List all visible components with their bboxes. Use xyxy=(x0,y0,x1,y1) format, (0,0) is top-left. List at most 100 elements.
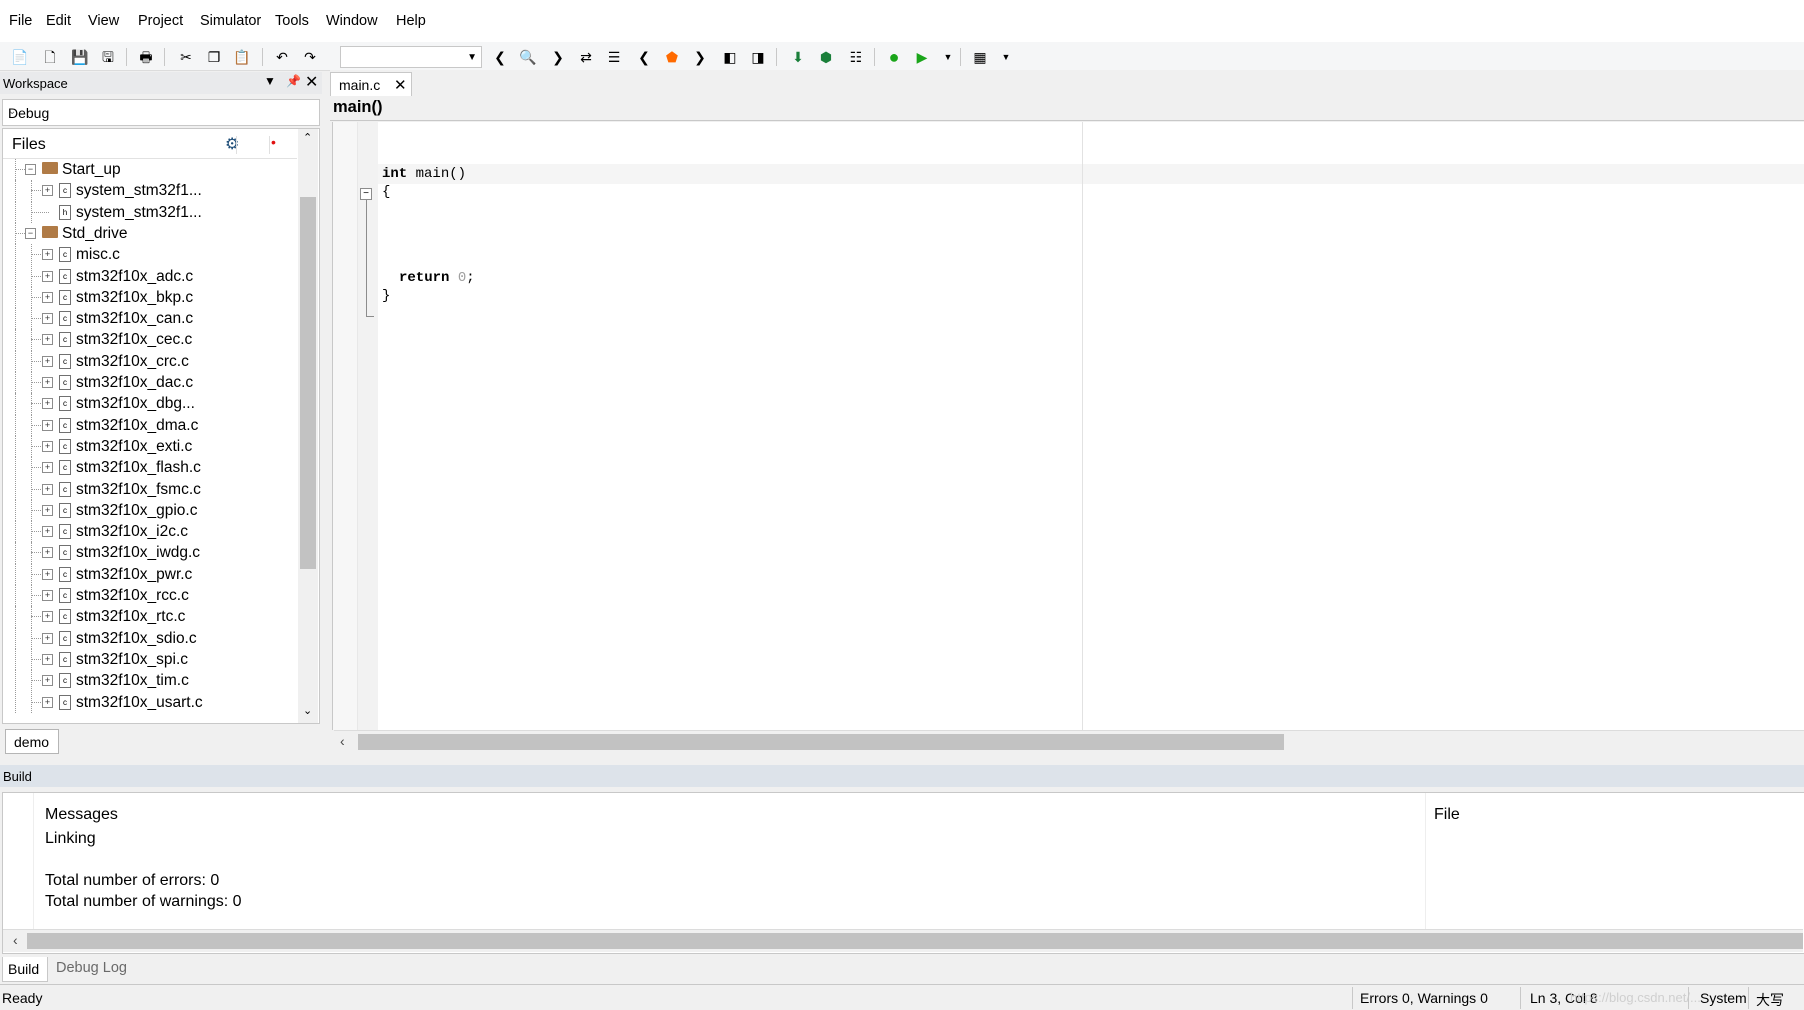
tree-file[interactable]: + c stm32f10x_iwdg.c xyxy=(3,542,297,564)
function-navigator[interactable]: main() xyxy=(330,96,1804,121)
tree-file[interactable]: + c misc.c xyxy=(3,244,297,266)
custom-tool-icon[interactable]: ▦ xyxy=(970,47,990,67)
expand-icon[interactable]: + xyxy=(42,270,53,282)
save-all-icon[interactable]: 🖫 xyxy=(98,47,118,67)
tree-file[interactable]: + c stm32f10x_fsmc.c xyxy=(3,478,297,500)
tree-scrollbar[interactable]: ⌃ ⌄ xyxy=(298,129,318,723)
menu-view[interactable]: View xyxy=(82,13,125,29)
gear-icon[interactable]: ⚙ xyxy=(225,134,239,154)
prev-icon[interactable]: ❮ xyxy=(634,47,654,67)
expand-icon[interactable]: + xyxy=(42,526,53,538)
collapse-icon[interactable]: − xyxy=(25,164,36,175)
open-file-icon[interactable]: 🗋 xyxy=(40,47,60,67)
menu-project[interactable]: Project xyxy=(132,13,189,29)
chevron-down-icon[interactable]: ▼ xyxy=(264,74,276,88)
expand-icon[interactable]: + xyxy=(42,590,53,601)
scroll-left-icon[interactable]: ‹ xyxy=(340,733,345,749)
editor-scroll-thumb[interactable] xyxy=(358,734,1284,750)
breakpoint-gutter[interactable] xyxy=(333,122,357,730)
tree-file[interactable]: + c stm32f10x_pwr.c xyxy=(3,563,297,585)
undo-icon[interactable]: ↶ xyxy=(272,47,292,67)
download-icon[interactable]: ⬢ xyxy=(816,47,836,67)
next-error-icon[interactable]: ◨ xyxy=(748,47,768,67)
tree-file[interactable]: + c stm32f10x_sdio.c xyxy=(3,627,297,649)
save-icon[interactable]: 💾 xyxy=(70,47,90,67)
paste-icon[interactable]: 📋 xyxy=(232,47,252,67)
expand-icon[interactable]: + xyxy=(42,462,53,474)
expand-icon[interactable]: + xyxy=(42,398,53,410)
tree-folder[interactable]: − Std_drive xyxy=(3,222,297,245)
build-horizontal-scrollbar[interactable]: ‹ xyxy=(3,929,1803,952)
menu-edit[interactable]: Edit xyxy=(40,13,77,29)
tree-file[interactable]: + c stm32f10x_rtc.c xyxy=(3,606,297,628)
expand-icon[interactable]: + xyxy=(42,611,53,623)
tree-file[interactable]: + c stm32f10x_rcc.c xyxy=(3,585,297,607)
expand-icon[interactable]: + xyxy=(42,632,53,644)
options-icon[interactable]: ☷ xyxy=(846,47,866,67)
scroll-up-icon[interactable]: ⌃ xyxy=(303,131,312,144)
tree-file[interactable]: + c stm32f10x_can.c xyxy=(3,308,297,330)
code-editor[interactable]: − int main() { return 0; } xyxy=(332,122,1804,730)
expand-icon[interactable]: + xyxy=(42,675,53,687)
tree-file[interactable]: + c system_stm32f1... xyxy=(3,180,297,202)
expand-icon[interactable]: + xyxy=(42,291,53,303)
tree-file[interactable]: + c stm32f10x_i2c.c xyxy=(3,521,297,543)
chevron-down-icon[interactable]: ▼ xyxy=(467,52,477,63)
tree-file[interactable]: + c stm32f10x_dbg... xyxy=(3,393,297,415)
expand-icon[interactable]: + xyxy=(42,185,53,197)
expand-icon[interactable]: + xyxy=(42,249,53,261)
tree-file[interactable]: + c stm32f10x_gpio.c xyxy=(3,499,297,522)
chevron-down-icon[interactable]: ⌄ xyxy=(8,106,313,117)
expand-icon[interactable]: + xyxy=(42,440,53,452)
make-icon[interactable]: ● xyxy=(884,47,904,67)
expand-icon[interactable]: + xyxy=(42,696,53,708)
file-column-header[interactable]: File xyxy=(1434,806,1460,824)
breakpoint-icon[interactable]: ⬟ xyxy=(662,47,682,67)
tree-scroll-thumb[interactable] xyxy=(300,197,316,569)
find-back-icon[interactable]: ❮ xyxy=(490,47,510,67)
prev-error-icon[interactable]: ◧ xyxy=(720,47,740,67)
expand-icon[interactable]: + xyxy=(42,653,53,665)
expand-icon[interactable]: + xyxy=(42,547,53,559)
tree-file[interactable]: + c stm32f10x_tim.c xyxy=(3,670,297,692)
tree-file[interactable]: + c stm32f10x_spi.c xyxy=(3,648,297,671)
tab-build[interactable]: Build xyxy=(2,957,48,982)
configuration-select[interactable]: Debug ⌄ xyxy=(2,99,320,126)
toggle-bookmark-icon[interactable]: ⇄ xyxy=(576,47,596,67)
toolbar-overflow-icon[interactable]: ▼ xyxy=(938,47,958,67)
download-debug-icon[interactable]: ⬇ xyxy=(788,47,808,67)
print-icon[interactable]: 🖶 xyxy=(136,47,156,67)
next-bookmark-icon[interactable]: ☰ xyxy=(604,47,624,67)
tree-file[interactable]: + c stm32f10x_bkp.c xyxy=(3,286,297,309)
next-icon[interactable]: ❯ xyxy=(690,47,710,67)
close-icon[interactable]: ✕ xyxy=(305,72,318,92)
expand-icon[interactable]: + xyxy=(42,355,53,367)
tree-file[interactable]: + c stm32f10x_dac.c xyxy=(3,372,297,394)
scroll-down-icon[interactable]: ⌄ xyxy=(303,704,312,717)
search-combo[interactable]: ▼ xyxy=(340,46,482,68)
pin-icon[interactable]: 📌 xyxy=(286,74,301,88)
tab-main-c[interactable]: main.c ✕ xyxy=(330,72,412,96)
tree-file[interactable]: + c stm32f10x_usart.c xyxy=(3,691,297,713)
expand-icon[interactable]: + xyxy=(42,313,53,325)
cut-icon[interactable]: ✂ xyxy=(176,47,196,67)
tree-folder[interactable]: − Start_up xyxy=(3,159,297,181)
expand-icon[interactable]: + xyxy=(42,419,53,431)
expand-icon[interactable]: + xyxy=(42,377,53,388)
expand-icon[interactable]: + xyxy=(42,483,53,495)
copy-icon[interactable]: ❐ xyxy=(204,47,224,67)
build-scroll-thumb[interactable] xyxy=(27,933,1803,949)
tree-file[interactable]: h system_stm32f1... xyxy=(3,201,297,223)
find-icon[interactable]: 🔍 xyxy=(518,47,538,67)
workspace-tab-demo[interactable]: demo xyxy=(5,729,59,754)
menu-simulator[interactable]: Simulator xyxy=(194,13,267,29)
tree-file[interactable]: + c stm32f10x_cec.c xyxy=(3,329,297,351)
tree-file[interactable]: + c stm32f10x_exti.c xyxy=(3,435,297,458)
toolbar-overflow-icon[interactable]: ▼ xyxy=(996,47,1016,67)
messages-column-header[interactable]: Messages xyxy=(45,806,118,824)
find-forward-icon[interactable]: ❯ xyxy=(548,47,568,67)
tree-file[interactable]: + c stm32f10x_dma.c xyxy=(3,414,297,436)
collapse-icon[interactable]: − xyxy=(25,227,36,239)
menu-help[interactable]: Help xyxy=(390,13,432,29)
tree-file[interactable]: + c stm32f10x_crc.c xyxy=(3,350,297,372)
